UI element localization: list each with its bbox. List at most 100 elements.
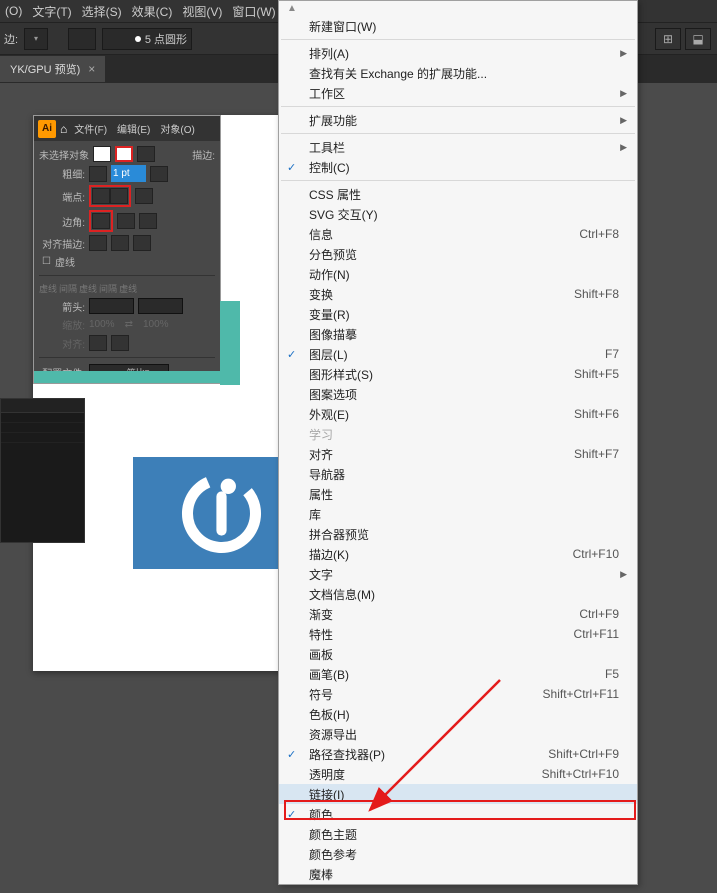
menu-item[interactable]: ✓控制(C)	[279, 157, 637, 177]
menu-item-label: 导航器	[309, 466, 345, 483]
menu-item-label: 库	[309, 506, 321, 523]
menu-item[interactable]: ✓图层(L)F7	[279, 344, 637, 364]
shape-field[interactable]: 5 点圆形	[102, 28, 192, 50]
menu-item[interactable]: ✓路径查找器(P)Shift+Ctrl+F9	[279, 744, 637, 764]
menu-item[interactable]: 资源导出	[279, 724, 637, 744]
menu-effect[interactable]: 效果(C)	[130, 3, 175, 20]
menu-item-label: 图形样式(S)	[309, 366, 373, 383]
menu-item-label: 符号	[309, 686, 333, 703]
ctrl-icon-1[interactable]: ⊞	[655, 28, 681, 50]
menu-item[interactable]: 颜色参考	[279, 844, 637, 864]
menu-item[interactable]: 变换Shift+F8	[279, 284, 637, 304]
menu-item[interactable]: 颜色主题	[279, 824, 637, 844]
menu-item[interactable]: 信息Ctrl+F8	[279, 224, 637, 244]
dot-icon	[135, 36, 141, 42]
menu-item-label: 图层(L)	[309, 346, 348, 363]
weight-label: 粗细:	[39, 166, 85, 181]
increase-btn	[150, 166, 168, 182]
menu-item[interactable]: CSS 属性	[279, 184, 637, 204]
ai-tab-file: 文件(F)	[71, 121, 110, 136]
menu-item[interactable]: 渐变Ctrl+F9	[279, 604, 637, 624]
menu-item[interactable]: 画笔(B)F5	[279, 664, 637, 684]
menu-item[interactable]: 图形样式(S) Shift+F5	[279, 364, 637, 384]
menu-item[interactable]: 排列(A)▶	[279, 43, 637, 63]
chevron-right-icon: ▶	[620, 88, 627, 99]
corner-buttons-highlight	[89, 210, 113, 232]
menu-item-shortcut: Shift+F5	[574, 367, 619, 381]
menu-item-label: 工作区	[309, 85, 345, 102]
menu-separator	[281, 106, 635, 107]
menu-scroll-up-icon[interactable]: ▲	[279, 1, 637, 16]
menu-item[interactable]: SVG 交互(Y)	[279, 204, 637, 224]
menu-item-shortcut: Shift+Ctrl+F11	[543, 687, 619, 701]
menu-window[interactable]: 窗口(W)	[230, 3, 277, 20]
stroke-swatch	[115, 146, 133, 162]
menu-view[interactable]: 视图(V)	[180, 3, 224, 20]
menu-item[interactable]: 文档信息(M)	[279, 584, 637, 604]
menu-item[interactable]: 变量(R)	[279, 304, 637, 324]
menu-item[interactable]: ✓颜色	[279, 804, 637, 824]
menu-item-label: 信息	[309, 226, 333, 243]
menu-item[interactable]: 符号 Shift+Ctrl+F11	[279, 684, 637, 704]
swatch-box[interactable]	[68, 28, 96, 50]
menu-item[interactable]: 链接(I)	[279, 784, 637, 804]
document-tab[interactable]: YK/GPU 预览) ×	[0, 56, 105, 82]
menu-item-label: 渐变	[309, 606, 333, 623]
menu-item[interactable]: 透明度Shift+Ctrl+F10	[279, 764, 637, 784]
menu-item[interactable]: 魔棒	[279, 864, 637, 884]
menu-item[interactable]: 图案选项	[279, 384, 637, 404]
dash-lbl: 虚线	[79, 282, 97, 295]
menu-item[interactable]: 工作区 ▶	[279, 83, 637, 103]
menu-item[interactable]: 对齐Shift+F7	[279, 444, 637, 464]
menu-item[interactable]: 拼合器预览	[279, 524, 637, 544]
cap-label: 端点:	[39, 189, 85, 204]
menu-item-shortcut: Ctrl+F11	[574, 627, 619, 641]
menu-item[interactable]: 扩展功能▶	[279, 110, 637, 130]
cap-btn-3	[135, 188, 153, 204]
dash-lbl: 虚线	[39, 282, 57, 295]
menu-select[interactable]: 选择(S)	[80, 3, 124, 20]
menu-item[interactable]: 色板(H)	[279, 704, 637, 724]
menu-item[interactable]: 查找有关 Exchange 的扩展功能...	[279, 63, 637, 83]
menu-item-label: 颜色	[309, 806, 333, 823]
menu-type[interactable]: 文字(T)	[30, 3, 73, 20]
gap-lbl: 间隔	[59, 282, 77, 295]
align2-label: 对齐:	[39, 336, 85, 351]
menu-item-label: 链接(I)	[309, 786, 344, 803]
menu-item[interactable]: 特性 Ctrl+F11	[279, 624, 637, 644]
menu-item[interactable]: 图像描摹	[279, 324, 637, 344]
edge-dropdown[interactable]	[24, 28, 48, 50]
menu-item[interactable]: 工具栏▶	[279, 137, 637, 157]
cap-buttons-highlight	[89, 185, 131, 207]
menu-item: 学习	[279, 424, 637, 444]
checkmark-icon: ✓	[287, 161, 296, 174]
menu-item[interactable]: 新建窗口(W)	[279, 16, 637, 36]
scale-label: 缩放:	[39, 317, 85, 332]
ctrl-icon-2[interactable]: ⬓	[685, 28, 711, 50]
menu-item-shortcut: Shift+F7	[574, 447, 619, 461]
menu-item-label: 特性	[309, 626, 333, 643]
menu-item-shortcut: Shift+F6	[574, 407, 619, 421]
menu-item[interactable]: 分色预览	[279, 244, 637, 264]
tab-close-icon[interactable]: ×	[88, 62, 95, 76]
menu-item[interactable]: 文字▶	[279, 564, 637, 584]
chevron-right-icon: ▶	[620, 142, 627, 153]
menu-item-label: SVG 交互(Y)	[309, 206, 378, 223]
menu-item-label: 拼合器预览	[309, 526, 369, 543]
menu-item[interactable]: 画板	[279, 644, 637, 664]
menu-item-label: 分色预览	[309, 246, 357, 263]
menu-separator	[281, 39, 635, 40]
menu-item[interactable]: 属性	[279, 484, 637, 504]
menu-item-label: 画板	[309, 646, 333, 663]
align-stroke-label: 对齐描边:	[39, 236, 85, 251]
menu-object[interactable]: (O)	[3, 4, 24, 18]
menu-item-label: 属性	[309, 486, 333, 503]
menu-item[interactable]: 库	[279, 504, 637, 524]
menu-item-label: 透明度	[309, 766, 345, 783]
menu-item[interactable]: 外观(E)Shift+F6	[279, 404, 637, 424]
menu-item[interactable]: 动作(N)	[279, 264, 637, 284]
menu-item[interactable]: 描边(K)Ctrl+F10	[279, 544, 637, 564]
scale1-val: 100%	[89, 319, 115, 330]
menu-item[interactable]: 导航器	[279, 464, 637, 484]
dash-lbl: 虚线	[119, 282, 137, 295]
